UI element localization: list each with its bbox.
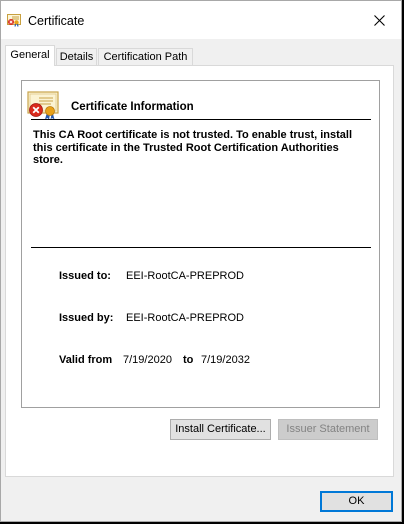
issuer-statement-button[interactable]: Issuer Statement — [278, 419, 378, 440]
general-tab-panel: Certificate Information This CA Root cer… — [5, 65, 394, 477]
valid-to-label: to — [183, 354, 194, 366]
certificate-dialog: Certificate General Details Certificatio… — [0, 0, 402, 522]
certificate-error-icon — [27, 91, 59, 120]
certificate-info-box: Certificate Information This CA Root cer… — [21, 80, 380, 408]
valid-to-value: 7/19/2032 — [201, 354, 250, 366]
close-icon — [373, 14, 385, 26]
info-heading: Certificate Information — [71, 101, 194, 113]
issued-by-value: EEI-RootCA-PREPROD — [126, 312, 244, 324]
valid-from-value: 7/19/2020 — [123, 354, 172, 366]
window-title: Certificate — [28, 14, 85, 28]
issued-to-value: EEI-RootCA-PREPROD — [126, 270, 244, 282]
issued-to-label: Issued to: — [59, 270, 111, 282]
tab-details[interactable]: Details — [56, 48, 97, 65]
tab-general[interactable]: General — [5, 45, 55, 66]
title-bar: Certificate — [1, 1, 401, 39]
valid-from-label: Valid from — [59, 354, 113, 366]
certificate-icon — [7, 14, 21, 27]
heading-divider — [31, 119, 371, 120]
trust-warning-text: This CA Root certificate is not trusted.… — [33, 129, 353, 166]
close-button[interactable] — [357, 1, 401, 39]
ok-button[interactable]: OK — [320, 491, 393, 512]
issued-by-label: Issued by: — [59, 312, 114, 324]
details-divider — [31, 247, 371, 248]
install-certificate-button[interactable]: Install Certificate... — [170, 419, 271, 440]
tab-certification-path[interactable]: Certification Path — [98, 48, 193, 65]
